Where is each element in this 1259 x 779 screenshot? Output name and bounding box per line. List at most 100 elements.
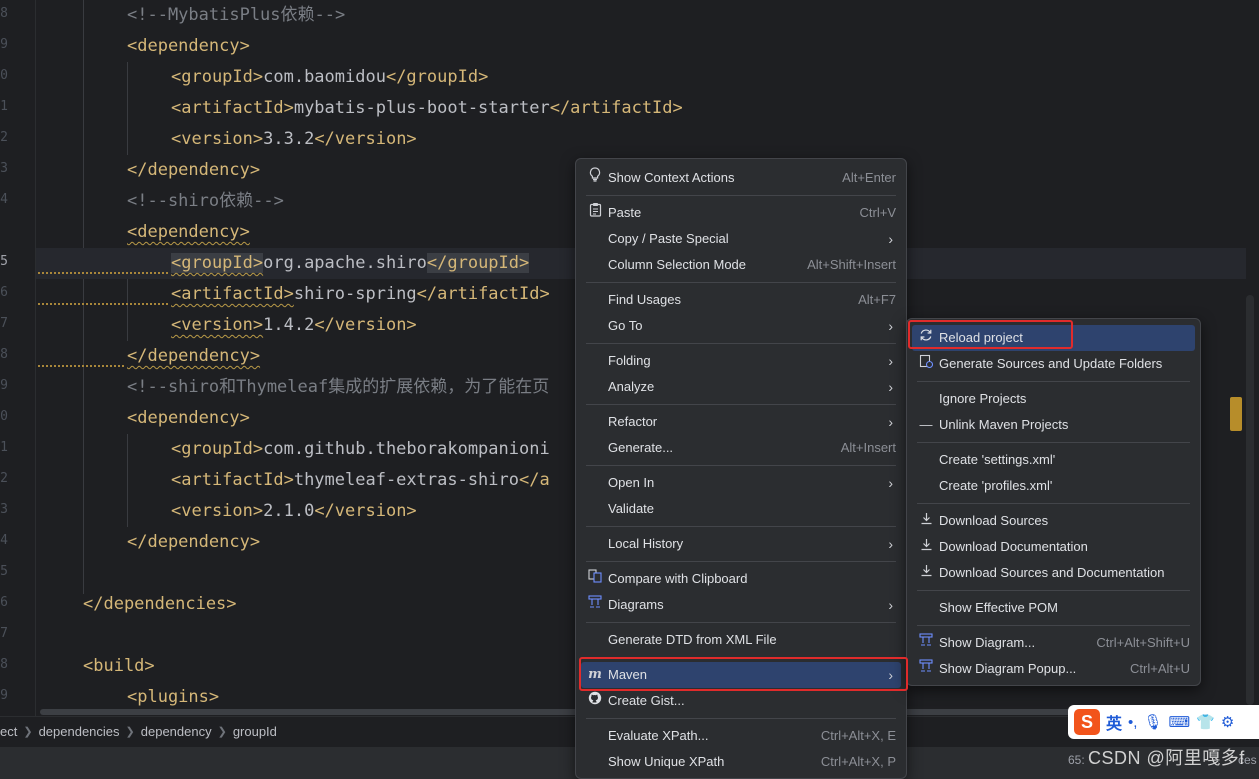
csdn-watermark: CSDN @阿里嘎多f bbox=[1088, 748, 1245, 768]
menu-item-refactor[interactable]: Refactor › bbox=[581, 409, 901, 435]
code-line[interactable]: <artifactId>thymeleaf-extras-shiro</a bbox=[171, 465, 550, 496]
menu-item-generate-sources[interactable]: Generate Sources and Update Folders bbox=[912, 351, 1195, 377]
xml-tag: <dependency> bbox=[127, 36, 250, 56]
menu-item-show-unique-xpath[interactable]: Show Unique XPath Ctrl+Alt+X, P bbox=[581, 749, 901, 775]
download-icon bbox=[918, 534, 934, 560]
toolbox-icon[interactable]: ⚙ bbox=[1221, 713, 1234, 731]
xml-tag: </a bbox=[519, 470, 550, 490]
xml-tag: <build> bbox=[83, 656, 155, 676]
keyboard-icon[interactable]: ⌨ bbox=[1168, 713, 1190, 731]
skin-icon[interactable]: 👕 bbox=[1196, 713, 1215, 731]
menu-item-paste[interactable]: Paste Ctrl+V bbox=[581, 200, 901, 226]
xml-tag: </dependencies> bbox=[83, 594, 237, 614]
code-line[interactable]: <!--MybatisPlus依赖--> bbox=[127, 0, 345, 31]
warning-underline bbox=[38, 303, 168, 305]
line-number: 4 bbox=[0, 192, 8, 207]
menu-item-generate[interactable]: Generate... Alt+Insert bbox=[581, 435, 901, 461]
menu-item-reload-project[interactable]: Reload project bbox=[912, 325, 1195, 351]
line-number: 0 bbox=[0, 409, 8, 424]
indent-guide bbox=[83, 0, 84, 594]
code-line[interactable]: <groupId>com.baomidou</groupId> bbox=[171, 62, 488, 93]
microphone-icon[interactable]: 🎙 bbox=[1143, 713, 1162, 731]
xml-tag: <groupId> bbox=[171, 439, 264, 459]
menu-item-ignore-projects[interactable]: Ignore Projects bbox=[912, 386, 1195, 412]
xml-tag: </version> bbox=[314, 315, 417, 335]
menu-item-unlink-maven-projects[interactable]: — Unlink Maven Projects bbox=[912, 412, 1195, 438]
menu-item-compare-with-clipboard[interactable]: Compare with Clipboard bbox=[581, 566, 901, 592]
code-line[interactable]: <dependency> bbox=[127, 217, 250, 248]
diagram-icon bbox=[918, 656, 934, 682]
menu-item-download-sources-and-documentation[interactable]: Download Sources and Documentation bbox=[912, 560, 1195, 586]
breadcrumb-item[interactable]: ect bbox=[0, 724, 23, 739]
line-number: 9 bbox=[0, 378, 8, 393]
line-number: 1 bbox=[0, 440, 8, 455]
menu-item-copy-paste-special[interactable]: Copy / Paste Special › bbox=[581, 226, 901, 252]
menu-item-create-profiles-xml[interactable]: Create 'profiles.xml' bbox=[912, 473, 1195, 499]
code-line[interactable]: <!--shiro和Thymeleaf集成的扩展依赖，为了能在页 bbox=[127, 372, 549, 403]
code-line[interactable]: <artifactId>mybatis-plus-boot-starter</a… bbox=[171, 93, 683, 124]
line-number: 4 bbox=[0, 533, 8, 548]
breadcrumb-item[interactable]: groupId bbox=[227, 724, 283, 739]
xml-tag: </dependency> bbox=[127, 532, 261, 552]
menu-separator bbox=[586, 465, 896, 466]
chevron-right-icon: › bbox=[888, 231, 893, 247]
menu-item-maven[interactable]: m Maven › bbox=[581, 662, 901, 688]
menu-separator bbox=[586, 657, 896, 658]
menu-item-download-documentation[interactable]: Download Documentation bbox=[912, 534, 1195, 560]
menu-item-show-diagram-popup[interactable]: Show Diagram Popup... Ctrl+Alt+U bbox=[912, 656, 1195, 682]
breadcrumb-item[interactable]: dependency bbox=[135, 724, 218, 739]
breadcrumb-item[interactable]: dependencies bbox=[33, 724, 126, 739]
vertical-scrollbar[interactable] bbox=[1246, 295, 1254, 705]
menu-item-local-history[interactable]: Local History › bbox=[581, 531, 901, 557]
code-line[interactable]: <!--shiro依赖--> bbox=[127, 186, 284, 217]
menu-item-validate[interactable]: Validate bbox=[581, 496, 901, 522]
warning-marker[interactable] bbox=[1230, 397, 1242, 431]
sogou-logo-icon[interactable]: S bbox=[1074, 709, 1100, 735]
xml-tag: </groupId> bbox=[385, 67, 489, 87]
code-line[interactable]: </dependencies> bbox=[83, 589, 237, 620]
menu-item-create-gist[interactable]: Create Gist... bbox=[581, 688, 901, 714]
menu-item-go-to[interactable]: Go To › bbox=[581, 313, 901, 339]
code-line[interactable]: </dependency> bbox=[127, 341, 260, 372]
menu-item-evaluate-xpath[interactable]: Evaluate XPath... Ctrl+Alt+X, E bbox=[581, 723, 901, 749]
menu-item-download-sources[interactable]: Download Sources bbox=[912, 508, 1195, 534]
download-icon bbox=[918, 508, 934, 534]
xml-tag-highlighted: <groupId> bbox=[171, 253, 264, 273]
xml-value: thymeleaf-extras-shiro bbox=[293, 470, 519, 490]
menu-item-show-diagram[interactable]: Show Diagram... Ctrl+Alt+Shift+U bbox=[912, 630, 1195, 656]
code-line[interactable]: <dependency> bbox=[127, 403, 250, 434]
xml-tag: </version> bbox=[314, 129, 417, 149]
menu-item-generate-dtd[interactable]: Generate DTD from XML File bbox=[581, 627, 901, 653]
menu-item-show-effective-pom[interactable]: Show Effective POM bbox=[912, 595, 1195, 621]
cursor-position[interactable]: 65: bbox=[1068, 753, 1085, 767]
code-line[interactable]: <dependency> bbox=[127, 31, 250, 62]
menu-item-find-usages[interactable]: Find Usages Alt+F7 bbox=[581, 287, 901, 313]
line-number: 0 bbox=[0, 68, 8, 83]
menu-separator bbox=[586, 282, 896, 283]
line-number: 5 bbox=[0, 564, 8, 579]
xml-value: mybatis-plus-boot-starter bbox=[293, 98, 550, 118]
code-line[interactable]: </dependency> bbox=[127, 527, 260, 558]
menu-item-analyze[interactable]: Analyze › bbox=[581, 374, 901, 400]
code-line[interactable]: <version>1.4.2</version> bbox=[171, 310, 417, 341]
ime-toolbar[interactable]: S 英 •, 🎙 ⌨ 👕 ⚙ bbox=[1068, 705, 1259, 739]
punctuation-icon[interactable]: •, bbox=[1128, 714, 1137, 731]
code-line[interactable]: <build> bbox=[83, 651, 155, 682]
menu-item-folding[interactable]: Folding › bbox=[581, 348, 901, 374]
ime-language-toggle[interactable]: 英 bbox=[1106, 710, 1122, 734]
line-number: 2 bbox=[0, 130, 8, 145]
menu-item-create-settings-xml[interactable]: Create 'settings.xml' bbox=[912, 447, 1195, 473]
code-line[interactable]: <version>2.1.0</version> bbox=[171, 496, 417, 527]
breadcrumb-separator-icon: ❯ bbox=[23, 726, 33, 738]
code-line[interactable]: <artifactId>shiro-spring</artifactId> bbox=[171, 279, 550, 310]
xml-value: com.baomidou bbox=[263, 67, 386, 87]
horizontal-scrollbar[interactable] bbox=[40, 709, 1080, 715]
menu-item-column-selection-mode[interactable]: Column Selection Mode Alt+Shift+Insert bbox=[581, 252, 901, 278]
menu-item-show-context-actions[interactable]: Show Context Actions Alt+Enter bbox=[581, 165, 901, 191]
menu-item-open-in[interactable]: Open In › bbox=[581, 470, 901, 496]
code-line[interactable]: <groupId>com.github.theborakompanioni bbox=[171, 434, 550, 465]
menu-item-diagrams[interactable]: Diagrams › bbox=[581, 592, 901, 618]
code-line[interactable]: </dependency> bbox=[127, 155, 260, 186]
xml-tag: <version> bbox=[171, 315, 264, 335]
code-line[interactable]: <version>3.3.2</version> bbox=[171, 124, 417, 155]
